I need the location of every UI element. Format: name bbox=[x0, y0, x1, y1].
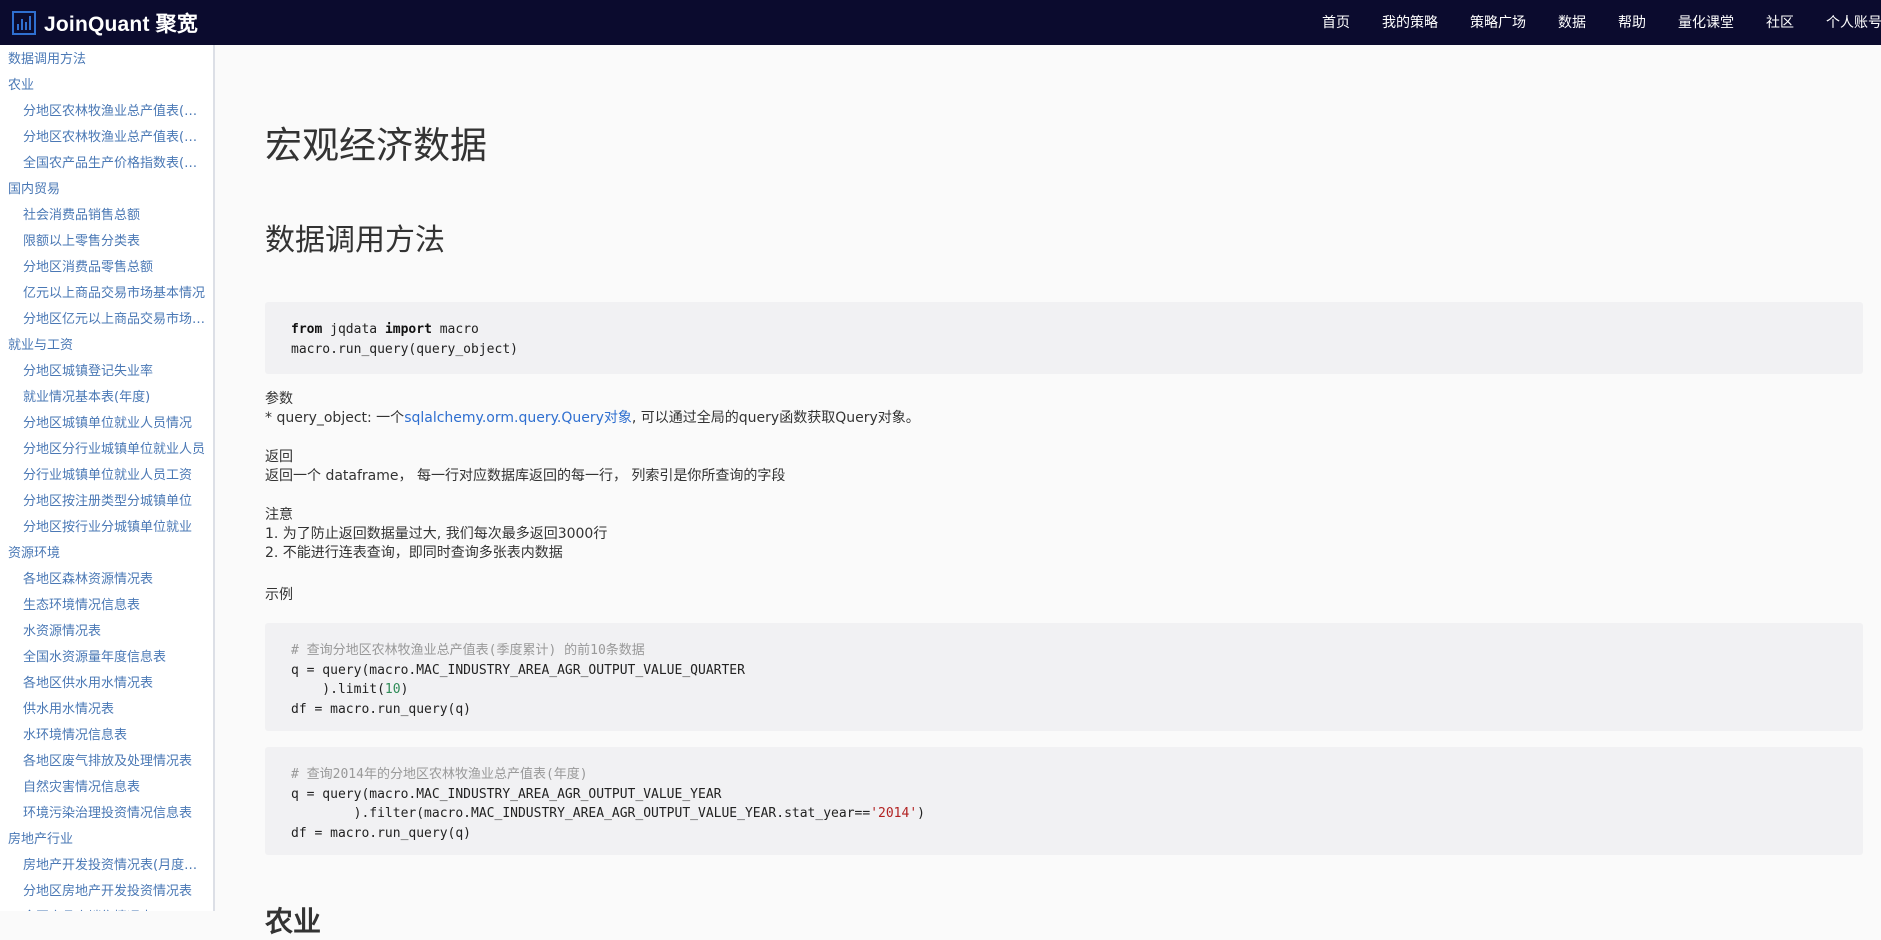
nav-community[interactable]: 社区 bbox=[1766, 12, 1794, 32]
code-line: ).limit( bbox=[291, 682, 385, 697]
query-object-link[interactable]: sqlalchemy.orm.query.Query对象 bbox=[404, 410, 632, 426]
sidebar-item[interactable]: 各地区供水用水情况表 bbox=[0, 671, 213, 697]
code-keyword: from bbox=[291, 322, 323, 337]
code-line: macro.run_query(query_object) bbox=[291, 341, 518, 357]
brand-logo[interactable]: JoinQuant 聚宽 bbox=[12, 8, 198, 38]
sidebar-item[interactable]: 全国商品房销售情况表 bbox=[0, 905, 213, 911]
code-text: jqdata bbox=[322, 322, 385, 337]
code-string: '2014' bbox=[870, 806, 918, 821]
code-block-example-2: # 查询2014年的分地区农林牧渔业总产值表(年度) q = query(mac… bbox=[265, 747, 1863, 855]
sidebar-category[interactable]: 数据调用方法 bbox=[0, 47, 213, 73]
sidebar-item[interactable]: 供水用水情况表 bbox=[0, 697, 213, 723]
section-title: 数据调用方法 bbox=[265, 223, 445, 258]
code-text: macro bbox=[431, 322, 479, 337]
params-label: 参数 bbox=[265, 391, 293, 407]
code-line: ) bbox=[917, 806, 925, 821]
sidebar-item[interactable]: 分地区分行业城镇单位就业人员 bbox=[0, 437, 213, 463]
example-label: 示例 bbox=[265, 587, 293, 603]
sidebar-item[interactable]: 分地区农林牧渔业总产值表(季度累计) bbox=[0, 99, 213, 125]
nav-my-strategies[interactable]: 我的策略 bbox=[1382, 12, 1438, 32]
sidebar-item[interactable]: 全国水资源量年度信息表 bbox=[0, 645, 213, 671]
code-line: df = macro.run_query(q) bbox=[291, 701, 472, 717]
nav-help[interactable]: 帮助 bbox=[1618, 12, 1646, 32]
nav-quant-class[interactable]: 量化课堂 bbox=[1678, 12, 1734, 32]
params-desc: * query_object: 一个sqlalchemy.orm.query.Q… bbox=[265, 409, 920, 428]
nav-home[interactable]: 首页 bbox=[1322, 12, 1350, 32]
params-section: 参数 * query_object: 一个sqlalchemy.orm.quer… bbox=[265, 390, 920, 428]
sidebar-item[interactable]: 限额以上零售分类表 bbox=[0, 229, 213, 255]
sidebar-item[interactable]: 全国农产品生产价格指数表(季度) bbox=[0, 151, 213, 177]
sidebar-item[interactable]: 房地产开发投资情况表(月度累计) bbox=[0, 853, 213, 879]
notes-line-2: 2. 不能进行连表查询，即同时查询多张表内数据 bbox=[265, 545, 563, 561]
sidebar-item[interactable]: 分地区按注册类型分城镇单位 bbox=[0, 489, 213, 515]
bar-chart-logo-icon bbox=[12, 10, 36, 35]
sidebar-toc: 数据调用方法农业分地区农林牧渔业总产值表(季度累计)分地区农林牧渔业总产值表(年… bbox=[0, 45, 215, 911]
params-prefix: * query_object: 一个 bbox=[265, 410, 405, 426]
code-block-example-1: # 查询分地区农林牧渔业总产值表(季度累计) 的前10条数据 q = query… bbox=[265, 623, 1863, 731]
sidebar-item[interactable]: 亿元以上商品交易市场基本情况 bbox=[0, 281, 213, 307]
sidebar-item[interactable]: 分地区城镇单位就业人员情况 bbox=[0, 411, 213, 437]
sidebar-category[interactable]: 国内贸易 bbox=[0, 177, 213, 203]
returns-section: 返回 返回一个 dataframe， 每一行对应数据库返回的每一行， 列索引是你… bbox=[265, 448, 785, 486]
sidebar-item[interactable]: 分地区房地产开发投资情况表 bbox=[0, 879, 213, 905]
returns-desc: 返回一个 dataframe， 每一行对应数据库返回的每一行， 列索引是你所查询… bbox=[265, 468, 786, 484]
nav-strategy-square[interactable]: 策略广场 bbox=[1470, 12, 1526, 32]
nav-data[interactable]: 数据 bbox=[1558, 12, 1586, 32]
code-comment: # 查询2014年的分地区农林牧渔业总产值表(年度) bbox=[291, 767, 588, 782]
code-line: ) bbox=[400, 682, 409, 697]
sidebar-item[interactable]: 生态环境情况信息表 bbox=[0, 593, 213, 619]
sidebar-item[interactable]: 自然灾害情况信息表 bbox=[0, 775, 213, 801]
sidebar-category[interactable]: 房地产行业 bbox=[0, 827, 213, 853]
brand-name: JoinQuant 聚宽 bbox=[44, 12, 199, 36]
sidebar-item[interactable]: 社会消费品销售总额 bbox=[0, 203, 213, 229]
code-line: q = query(macro.MAC_INDUSTRY_AREA_AGR_OU… bbox=[291, 786, 722, 802]
notes-line-1: 1. 为了防止返回数据量过大, 我们每次最多返回3000行 bbox=[265, 526, 608, 542]
sidebar-item[interactable]: 分地区城镇登记失业率 bbox=[0, 359, 213, 385]
sidebar-category[interactable]: 资源环境 bbox=[0, 541, 213, 567]
sidebar-category[interactable]: 就业与工资 bbox=[0, 333, 213, 359]
sidebar-category[interactable]: 农业 bbox=[0, 73, 213, 99]
notes-label: 注意 bbox=[265, 507, 293, 523]
sidebar-item[interactable]: 环境污染治理投资情况信息表 bbox=[0, 801, 213, 827]
code-line: q = query(macro.MAC_INDUSTRY_AREA_AGR_OU… bbox=[291, 662, 745, 678]
code-line: ).filter(macro.MAC_INDUSTRY_AREA_AGR_OUT… bbox=[291, 806, 871, 821]
code-keyword: import bbox=[384, 322, 432, 337]
sidebar-item[interactable]: 分地区按行业分城镇单位就业 bbox=[0, 515, 213, 541]
sidebar-item[interactable]: 水环境情况信息表 bbox=[0, 723, 213, 749]
sidebar-item[interactable]: 各地区森林资源情况表 bbox=[0, 567, 213, 593]
params-suffix: , 可以通过全局的query函数获取Query对象。 bbox=[631, 410, 920, 426]
code-number: 10 bbox=[384, 682, 401, 697]
sidebar-item[interactable]: 分行业城镇单位就业人员工资 bbox=[0, 463, 213, 489]
sidebar-item[interactable]: 就业情况基本表(年度) bbox=[0, 385, 213, 411]
returns-label: 返回 bbox=[265, 449, 293, 465]
notes-section: 注意 1. 为了防止返回数据量过大, 我们每次最多返回3000行 2. 不能进行… bbox=[265, 506, 607, 563]
sidebar-item[interactable]: 各地区废气排放及处理情况表 bbox=[0, 749, 213, 775]
sidebar-item[interactable]: 分地区亿元以上商品交易市场情况 bbox=[0, 307, 213, 333]
code-comment: # 查询分地区农林牧渔业总产值表(季度累计) 的前10条数据 bbox=[291, 643, 645, 658]
sidebar-item[interactable]: 分地区农林牧渔业总产值表(年度) bbox=[0, 125, 213, 151]
nav-account[interactable]: 个人账号 bbox=[1826, 12, 1881, 32]
code-line: df = macro.run_query(q) bbox=[291, 825, 472, 841]
code-block-import: from jqdata import macro macro.run_query… bbox=[265, 302, 1863, 374]
top-navbar: JoinQuant 聚宽 首页 我的策略 策略广场 数据 帮助 量化课堂 社区 … bbox=[0, 0, 1881, 45]
next-section-heading: 农业 bbox=[265, 905, 322, 938]
page-title: 宏观经济数据 bbox=[265, 124, 487, 167]
sidebar-item[interactable]: 水资源情况表 bbox=[0, 619, 213, 645]
sidebar-item[interactable]: 分地区消费品零售总额 bbox=[0, 255, 213, 281]
